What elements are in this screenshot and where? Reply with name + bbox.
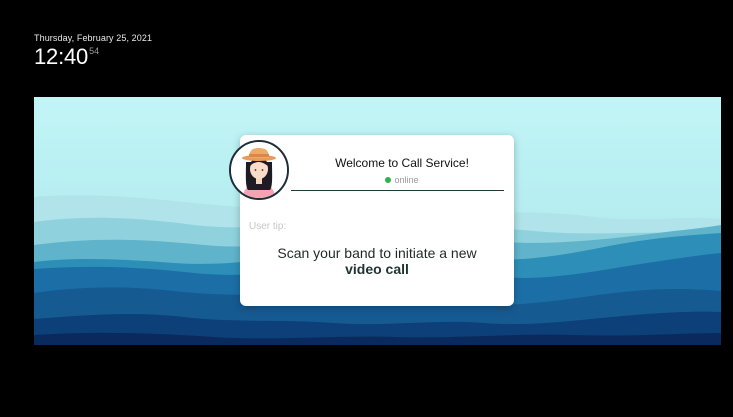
status-dot-icon — [385, 177, 392, 183]
user-tip-message: Scan your band to initiate a new video c… — [240, 245, 514, 277]
user-tip-text: Scan your band to initiate a new — [277, 245, 477, 261]
welcome-card: Welcome to Call Service! online User tip… — [229, 135, 514, 306]
status-indicator: online — [290, 175, 514, 185]
header-divider — [291, 190, 504, 191]
date-label: Thursday, February 25, 2021 — [34, 33, 153, 43]
user-tip-label: User tip: — [249, 221, 287, 232]
clock-widget: Thursday, February 25, 2021 12:40 54 — [34, 33, 152, 68]
time-hours-minutes: 12:40 — [34, 44, 89, 69]
status-label: online — [394, 175, 419, 185]
time-display: 12:40 54 — [34, 46, 152, 68]
user-tip-emphasis: video call — [345, 261, 409, 277]
call-service-screen: Thursday, February 25, 2021 12:40 54 Wel… — [0, 0, 733, 417]
time-seconds: 54 — [89, 46, 100, 56]
avatar — [229, 140, 289, 200]
welcome-title: Welcome to Call Service! — [335, 156, 469, 170]
female-avatar-icon — [231, 142, 287, 198]
